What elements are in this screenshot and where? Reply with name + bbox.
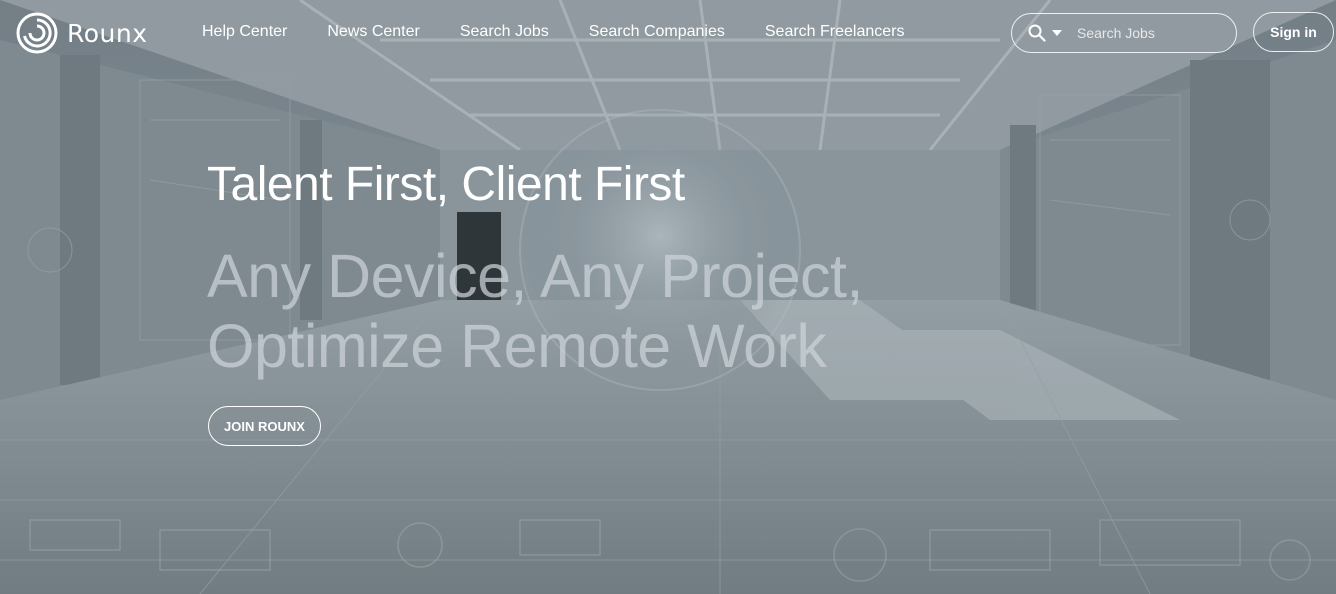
nav-search-companies[interactable]: Search Companies <box>589 23 725 41</box>
site-header: Rounx Help Center News Center Search Job… <box>0 0 1336 66</box>
rounx-logo-icon <box>16 12 58 54</box>
hero-subheadline: Any Device, Any Project, Optimize Remote… <box>207 241 863 381</box>
nav-help-center[interactable]: Help Center <box>202 23 287 41</box>
hero-subheadline-line-1: Any Device, Any Project, <box>207 242 863 310</box>
hero-subheadline-line-2: Optimize Remote Work <box>207 312 827 380</box>
sign-in-button[interactable]: Sign in <box>1253 12 1334 52</box>
chevron-down-icon[interactable] <box>1052 30 1062 36</box>
brand-name: Rounx <box>67 18 148 48</box>
nav-search-freelancers[interactable]: Search Freelancers <box>765 23 905 41</box>
brand-logo[interactable]: Rounx <box>16 12 148 54</box>
main-nav: Help Center News Center Search Jobs Sear… <box>202 23 945 41</box>
header-search <box>1011 13 1237 53</box>
hero-headline: Talent First, Client First <box>207 158 685 211</box>
nav-news-center[interactable]: News Center <box>327 23 419 41</box>
hero-section: Rounx Help Center News Center Search Job… <box>0 0 1336 594</box>
search-input[interactable] <box>1075 24 1219 42</box>
nav-search-jobs[interactable]: Search Jobs <box>460 23 549 41</box>
join-rounx-button[interactable]: JOIN ROUNX <box>208 406 321 446</box>
search-icon[interactable] <box>1028 24 1046 42</box>
